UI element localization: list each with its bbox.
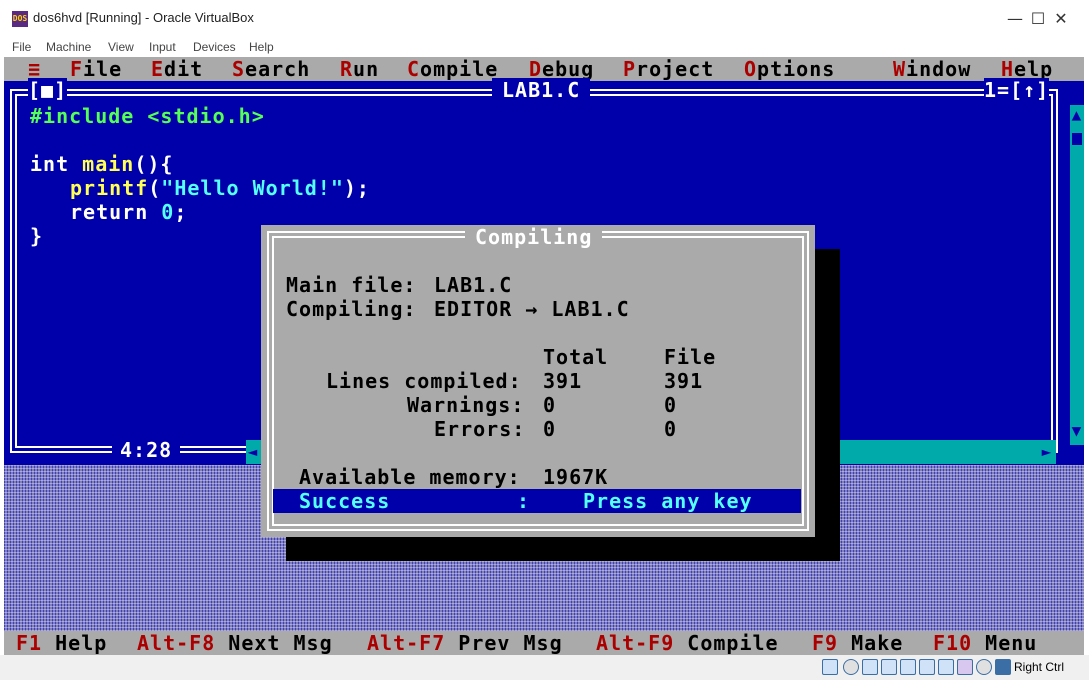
menu-machine[interactable]: Machine bbox=[46, 39, 91, 55]
window-titlebar: DOS dos6hvd [Running] - Oracle VirtualBo… bbox=[0, 0, 1089, 36]
code-line-5[interactable]: return 0; bbox=[70, 200, 187, 224]
close-box-button[interactable]: [■] bbox=[28, 78, 68, 102]
column-total-header: Total bbox=[543, 345, 609, 369]
main-file-value: LAB1.C bbox=[434, 273, 513, 297]
status-next-msg[interactable]: Alt-F8 Next Msg bbox=[137, 631, 333, 655]
column-file-header: File bbox=[664, 345, 717, 369]
compile-result-text: Success bbox=[299, 489, 391, 513]
display-icon[interactable] bbox=[938, 659, 954, 675]
tc-menu-project[interactable]: Project bbox=[623, 57, 714, 81]
errors-label: Errors: bbox=[434, 417, 526, 441]
available-memory-label: Available memory: bbox=[299, 465, 521, 489]
menu-file[interactable]: File bbox=[12, 39, 31, 55]
tc-menu-search[interactable]: Search bbox=[232, 57, 310, 81]
errors-file: 0 bbox=[664, 417, 678, 441]
scroll-down-arrow-icon[interactable]: ▼ bbox=[1070, 421, 1084, 441]
optical-drive-icon[interactable] bbox=[843, 659, 859, 675]
editor-filename: LAB1.C bbox=[492, 78, 591, 102]
close-button[interactable]: ✕ bbox=[1038, 6, 1084, 32]
tc-status-line: F1 Help Alt-F8 Next Msg Alt-F7 Prev Msg … bbox=[4, 631, 1084, 655]
usb-icon[interactable] bbox=[900, 659, 916, 675]
status-prev-msg[interactable]: Alt-F7 Prev Msg bbox=[367, 631, 563, 655]
virtualbox-app-icon: DOS bbox=[12, 11, 28, 27]
mouse-integration-icon[interactable] bbox=[995, 659, 1011, 675]
status-make[interactable]: F9 Make bbox=[812, 631, 903, 655]
lines-compiled-file: 391 bbox=[664, 369, 704, 393]
main-file-label: Main file: bbox=[286, 273, 417, 297]
tc-menu-file[interactable]: File bbox=[70, 57, 122, 81]
menu-input[interactable]: Input bbox=[149, 39, 176, 55]
vm-screen[interactable]: ≡ File Edit Search Run Compile Debug Pro… bbox=[4, 57, 1084, 655]
status-compile[interactable]: Alt-F9 Compile bbox=[596, 631, 779, 655]
warnings-total: 0 bbox=[543, 393, 557, 417]
compiling-value: EDITOR → LAB1.C bbox=[434, 297, 630, 321]
tc-menu-window[interactable]: Window bbox=[893, 57, 971, 81]
menu-view[interactable]: View bbox=[108, 39, 134, 55]
compiling-label: Compiling: bbox=[286, 297, 417, 321]
cpu-icon[interactable] bbox=[976, 659, 992, 675]
compile-result-bar[interactable]: Success : Press any key bbox=[273, 489, 801, 513]
shared-folders-icon[interactable] bbox=[919, 659, 935, 675]
code-line-3[interactable]: int main(){ bbox=[30, 152, 173, 176]
warnings-label: Warnings: bbox=[407, 393, 525, 417]
menu-help[interactable]: Help bbox=[249, 39, 274, 55]
vertical-scrollbar[interactable]: ▲ ▼ bbox=[1070, 105, 1084, 445]
network-icon[interactable] bbox=[881, 659, 897, 675]
press-any-key-prompt: Press any key bbox=[583, 489, 753, 513]
vbox-statusbar: Right Ctrl bbox=[0, 655, 1089, 680]
tc-menu-run[interactable]: Run bbox=[340, 57, 379, 81]
compile-result-separator: : bbox=[517, 489, 531, 513]
status-f1-help[interactable]: F1 Help bbox=[16, 631, 107, 655]
tc-menu-edit[interactable]: Edit bbox=[151, 57, 203, 81]
audio-icon[interactable] bbox=[862, 659, 878, 675]
vbox-menubar: File Machine View Input Devices Help bbox=[0, 36, 1089, 57]
scroll-thumb[interactable] bbox=[1072, 133, 1082, 145]
window-number-zoom[interactable]: 1=[↑] bbox=[984, 78, 1050, 102]
menu-devices[interactable]: Devices bbox=[193, 39, 236, 55]
video-capture-icon[interactable] bbox=[957, 659, 973, 675]
tc-menu-options[interactable]: Options bbox=[744, 57, 835, 81]
lines-compiled-label: Lines compiled: bbox=[326, 369, 522, 393]
dialog-title: Compiling bbox=[465, 225, 603, 249]
code-line-1[interactable]: #include <stdio.h> bbox=[30, 104, 265, 128]
available-memory-value: 1967K bbox=[543, 465, 609, 489]
scroll-up-arrow-icon[interactable]: ▲ bbox=[1070, 105, 1084, 125]
errors-total: 0 bbox=[543, 417, 557, 441]
window-title: dos6hvd [Running] - Oracle VirtualBox bbox=[33, 10, 254, 25]
host-key-label: Right Ctrl bbox=[1014, 660, 1065, 674]
tc-menu-compile[interactable]: Compile bbox=[407, 57, 498, 81]
scroll-right-arrow-icon[interactable]: ► bbox=[1040, 442, 1054, 462]
compiling-dialog[interactable]: Compiling Main file: LAB1.C Compiling: E… bbox=[261, 225, 815, 537]
hard-disk-icon[interactable] bbox=[822, 659, 838, 675]
code-line-4[interactable]: printf("Hello World!"); bbox=[70, 176, 370, 200]
scroll-left-arrow-icon[interactable]: ◄ bbox=[246, 442, 260, 462]
warnings-file: 0 bbox=[664, 393, 678, 417]
status-menu[interactable]: F10 Menu bbox=[933, 631, 1037, 655]
code-line-6[interactable]: } bbox=[30, 224, 43, 248]
cursor-position: 4:28 bbox=[112, 438, 181, 462]
lines-compiled-total: 391 bbox=[543, 369, 583, 393]
